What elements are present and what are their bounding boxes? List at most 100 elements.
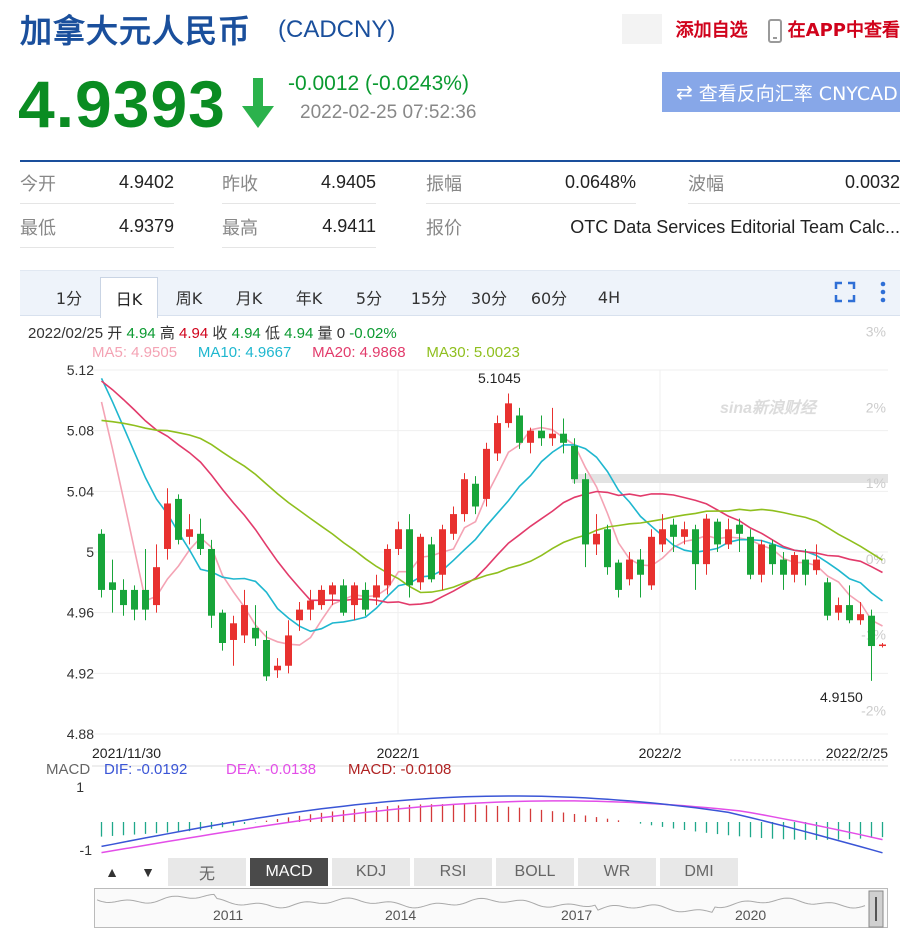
dea-line [101, 800, 883, 854]
stat-cell: 最低 4.9379 [20, 206, 174, 248]
candle-body [428, 544, 435, 580]
stat-value: 4.9405 [320, 172, 376, 192]
view-in-app-label: 在APP中查看 [787, 19, 900, 41]
max-annotation: 5.1045 [478, 370, 521, 386]
candle-body [329, 585, 336, 595]
candle-body [846, 605, 853, 621]
candle-body [186, 529, 193, 537]
stat-label: 报价 [426, 218, 462, 239]
y-tick-label: 5 [86, 544, 94, 560]
stat-cell: 今开 4.9402 [20, 162, 174, 204]
stat-label: 最高 [222, 217, 258, 239]
up-arrow-icon[interactable]: ▲ [105, 864, 119, 880]
candle-body [340, 585, 347, 613]
add-watchlist-link[interactable]: 添加自选 [676, 16, 748, 42]
candle-body [747, 536, 754, 575]
reverse-rate-label: 查看反向汇率 CNYCAD [698, 82, 898, 105]
candle-body [527, 430, 534, 443]
x-tick-label: 2022/1 [377, 745, 420, 761]
stat-value: 0.0648% [564, 172, 636, 192]
candle-body [626, 559, 633, 580]
y-tick-label: 4.96 [67, 605, 94, 621]
stat-cell: 昨收 4.9405 [222, 162, 376, 204]
candle-body [285, 635, 292, 666]
macd-tick-top: 1 [76, 779, 84, 795]
indicator-tab-dmi[interactable]: DMI [660, 858, 740, 886]
indicator-tab-boll[interactable]: BOLL [496, 858, 576, 886]
stat-label: 今开 [20, 173, 56, 195]
reverse-rate-button[interactable]: ⇄ 查看反向汇率 CNYCAD [662, 72, 900, 112]
price-change: -0.0012 (-0.0243%) [288, 72, 469, 95]
y-axis: 5.12 5.08 5.04 5 4.96 4.92 4.88 [67, 362, 94, 742]
range-navigator[interactable]: 2011 2014 2017 2020 [94, 888, 888, 928]
y-axis-right: 3%2%1%0%-1%-2% [861, 324, 886, 719]
quote-time: 2022-02-25 07:52:36 [300, 102, 477, 123]
candle-body [153, 567, 160, 606]
stats-row: 今开 4.9402 昨收 4.9405 振幅 0.0648% 波幅 0.0032 [20, 162, 900, 206]
candle-body [670, 524, 677, 537]
view-in-app-link[interactable]: 在APP中查看 [767, 16, 900, 43]
candle-body [505, 403, 512, 424]
candle-body [879, 644, 886, 647]
candle-body [450, 514, 457, 534]
down-arrow-icon [242, 78, 274, 128]
candle-body [318, 589, 325, 606]
candle-body [494, 423, 501, 454]
candle-body [362, 589, 369, 610]
candle-body [703, 518, 710, 565]
candle-body [549, 433, 556, 439]
y-right-tick-label: 1% [866, 475, 886, 491]
indicator-tab-none[interactable]: 无 [168, 858, 248, 886]
candle-body [582, 479, 589, 545]
macd-dea: DEA: -0.0138 [226, 761, 316, 778]
candle-body [219, 612, 226, 643]
candle-body [384, 548, 391, 586]
macd-plot [100, 795, 884, 854]
indicator-tab-macd[interactable]: MACD [250, 858, 330, 886]
candle-body [472, 483, 479, 507]
stat-label: 昨收 [222, 173, 258, 195]
y-tick-label: 5.04 [67, 483, 94, 499]
chart-panel: 1分 日K 周K 月K 年K 5分 15分 30分 60分 4H 2022/02… [20, 270, 902, 930]
header: 加拿大元人民币 (CADCNY) 添加自选 在APP中查看 [0, 0, 916, 56]
down-arrow-icon-ctrl[interactable]: ▼ [141, 864, 155, 880]
indicator-tab-kdj[interactable]: KDJ [332, 858, 412, 886]
candlestick-chart[interactable]: sina新浪财经 5.12 5.08 5.04 5 4.96 4.92 4.88 3% 2% 1… [20, 270, 902, 860]
candle-body [274, 665, 281, 671]
dif-line [101, 795, 883, 854]
stat-label: 最低 [20, 217, 56, 239]
stat-label: 波幅 [688, 173, 724, 195]
candle-body [659, 529, 666, 545]
candle-body [835, 605, 842, 613]
candle-body [241, 605, 248, 636]
y-right-tick-label: -2% [861, 702, 886, 718]
stat-cell: 波幅 0.0032 [688, 162, 900, 204]
macd-dif: DIF: -0.0192 [104, 761, 187, 778]
candle-body [692, 529, 699, 565]
nav-year: 2017 [561, 907, 592, 923]
stat-value: 4.9402 [118, 172, 174, 192]
candle-body [230, 623, 237, 640]
candle-body [417, 536, 424, 583]
nav-year: 2011 [213, 907, 243, 923]
candle-body [824, 582, 831, 616]
candle-body [307, 600, 314, 610]
candle-body [175, 498, 182, 540]
candle-body [252, 627, 259, 639]
candle-body [758, 544, 765, 575]
stat-label: 振幅 [426, 173, 462, 195]
quote-block: 4.9393 -0.0012 (-0.0243%) 2022-02-25 07:… [0, 62, 916, 152]
candle-body [483, 448, 490, 499]
candle-body [538, 430, 545, 439]
macd-title: MACD [46, 761, 90, 778]
x-tick-label: 2022/2/25 [826, 745, 888, 761]
candle-body [131, 589, 138, 610]
indicator-tab-wr[interactable]: WR [578, 858, 658, 886]
swap-icon: ⇄ [676, 80, 693, 104]
macd-value: MACD: -0.0108 [348, 761, 451, 778]
ma-lines [100, 377, 883, 646]
candle-body [109, 582, 116, 590]
y-tick-label: 5.12 [67, 362, 94, 378]
candle-body [868, 615, 875, 647]
indicator-tab-rsi[interactable]: RSI [414, 858, 494, 886]
